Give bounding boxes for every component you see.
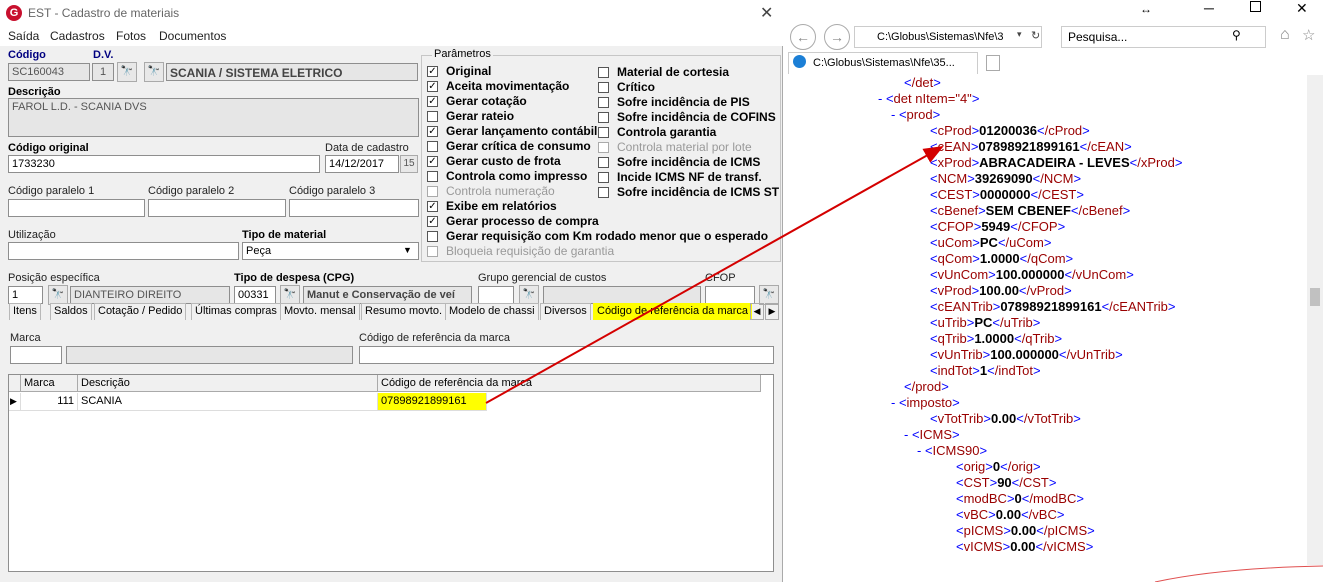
annotation-layer [485, 146, 1323, 582]
annotation-arrow [485, 146, 944, 404]
annotation-curve [1154, 565, 1323, 582]
